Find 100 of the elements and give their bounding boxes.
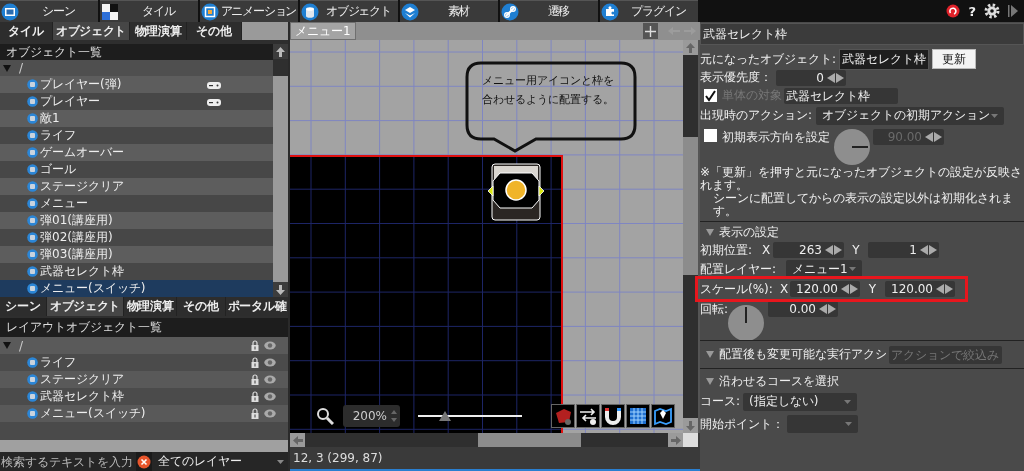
number-field[interactable]: 120.00: [790, 281, 860, 297]
panel-tab[interactable]: 物理演算: [124, 297, 176, 316]
panel-tab[interactable]: ポータル確: [226, 297, 288, 316]
add-tab-button[interactable]: [643, 23, 658, 39]
tree-row[interactable]: ゲームオーバー: [0, 144, 273, 161]
vertical-scrollbar[interactable]: [273, 44, 288, 297]
search-field[interactable]: 検索するテキストを入力: [0, 452, 136, 471]
increase-icon[interactable]: [945, 284, 953, 294]
tree-row[interactable]: /: [0, 337, 288, 354]
lock-icon[interactable]: [251, 356, 259, 369]
rotation-dial[interactable]: [834, 129, 870, 165]
lock-icon[interactable]: [251, 407, 259, 420]
decrease-icon[interactable]: [925, 132, 933, 142]
panel-tab[interactable]: 物理演算: [130, 22, 186, 40]
expand-arrow-icon[interactable]: [706, 229, 714, 236]
field-label: 出現時のアクション:: [700, 107, 813, 124]
panel-tab[interactable]: その他: [187, 22, 241, 40]
main-tab[interactable]: シーン: [0, 0, 98, 22]
swap-arrows-icon[interactable]: [577, 405, 599, 427]
number-field[interactable]: 120.00: [885, 281, 955, 297]
grid-icon[interactable]: [627, 405, 649, 427]
dropdown[interactable]: オブジェクトの初期アクション: [816, 106, 1005, 125]
main-tab[interactable]: タイル: [100, 0, 198, 22]
lock-icon[interactable]: [251, 390, 259, 403]
tree-row[interactable]: プレイヤー(弾): [0, 76, 273, 93]
number-field[interactable]: 0: [776, 69, 846, 86]
tree-row[interactable]: ステージクリア: [0, 178, 273, 195]
map-icon[interactable]: [652, 405, 674, 427]
tree-row[interactable]: メニュー(スイッチ): [0, 405, 288, 422]
rotation-dial[interactable]: [728, 305, 764, 341]
zoom-field[interactable]: 200%: [343, 405, 400, 427]
settings-icon[interactable]: [984, 3, 1000, 19]
expand-arrow-icon[interactable]: [706, 378, 714, 385]
undo-icon[interactable]: [946, 4, 961, 18]
checkbox[interactable]: [704, 129, 717, 142]
zoom-slider[interactable]: [418, 409, 522, 423]
main-tab[interactable]: 素材: [400, 0, 498, 22]
scroll-thumb[interactable]: [683, 137, 698, 275]
checkbox[interactable]: [704, 89, 717, 102]
frame-sprite-drawing[interactable]: [487, 163, 545, 221]
decrease-icon[interactable]: [936, 284, 944, 294]
decrease-icon[interactable]: [827, 72, 835, 83]
panel-tab[interactable]: シーン: [0, 297, 46, 316]
tree-row[interactable]: ステージクリア: [0, 371, 288, 388]
panel-title: レイアウトオブジェクト一覧: [0, 318, 288, 337]
number-field[interactable]: 263: [773, 242, 844, 258]
increase-icon[interactable]: [934, 132, 942, 142]
increase-icon[interactable]: [929, 245, 937, 255]
tree-row[interactable]: 弾01(講座用): [0, 212, 273, 229]
decrease-icon[interactable]: [825, 245, 833, 255]
object-icon: [27, 130, 38, 141]
tree-label: 弾02(講座用): [40, 229, 113, 246]
tree-row[interactable]: 弾03(講座用): [0, 246, 273, 263]
lock-icon[interactable]: [251, 339, 259, 352]
cylinder-icon: [301, 2, 319, 21]
scroll-down-icon[interactable]: [276, 284, 285, 295]
eye-icon[interactable]: [264, 392, 276, 401]
clear-icon[interactable]: [137, 454, 151, 469]
panel-tab[interactable]: その他: [177, 297, 225, 316]
main-tab[interactable]: 遷移: [500, 0, 598, 22]
tree-row[interactable]: /: [0, 60, 273, 76]
plus-icon: [645, 25, 656, 37]
increase-icon[interactable]: [836, 72, 844, 83]
eye-icon[interactable]: [264, 409, 276, 418]
magnet-icon[interactable]: [602, 405, 624, 427]
eye-icon[interactable]: [264, 358, 276, 367]
decrease-icon[interactable]: [920, 245, 928, 255]
number-field[interactable]: 1: [868, 242, 939, 258]
scroll-thumb[interactable]: [273, 59, 288, 76]
vertical-scrollbar[interactable]: [683, 40, 698, 433]
slider-thumb[interactable]: [439, 411, 452, 421]
main-tab[interactable]: プラグイン: [600, 0, 698, 22]
object-icon: [27, 357, 38, 368]
increase-icon[interactable]: [834, 245, 842, 255]
increase-icon[interactable]: [828, 304, 836, 314]
layer-dropdown[interactable]: 全てのレイヤー: [152, 452, 288, 471]
tree-row[interactable]: メニュー(スイッチ): [0, 280, 273, 297]
play-icon[interactable]: [1008, 4, 1018, 18]
tree-row[interactable]: 敵1: [0, 110, 273, 127]
increase-icon[interactable]: [850, 284, 858, 294]
dropdown[interactable]: (指定しない): [743, 392, 858, 411]
panel-tab[interactable]: オブジェクト: [53, 22, 129, 40]
panel-tab[interactable]: オブジェクト: [47, 297, 123, 316]
help-button[interactable]: ?: [968, 3, 976, 19]
eye-icon[interactable]: [264, 375, 276, 384]
update-button[interactable]: 更新: [932, 49, 977, 69]
expand-arrow-icon[interactable]: [706, 351, 714, 358]
decrease-icon[interactable]: [841, 284, 849, 294]
scroll-thumb[interactable]: [478, 433, 581, 447]
eye-icon[interactable]: [264, 341, 276, 350]
main-tab[interactable]: アニメーション: [200, 0, 298, 22]
panel-tab[interactable]: タイル: [0, 22, 52, 40]
zoom-icon[interactable]: [316, 407, 334, 425]
frame-icon: [201, 2, 219, 21]
scroll-up-icon[interactable]: [276, 46, 285, 57]
field-label: Y: [867, 282, 878, 296]
lock-icon[interactable]: [251, 373, 259, 386]
horizontal-scrollbar[interactable]: [290, 433, 683, 447]
decrease-icon[interactable]: [819, 304, 827, 314]
main-tab[interactable]: オブジェクト: [300, 0, 398, 22]
